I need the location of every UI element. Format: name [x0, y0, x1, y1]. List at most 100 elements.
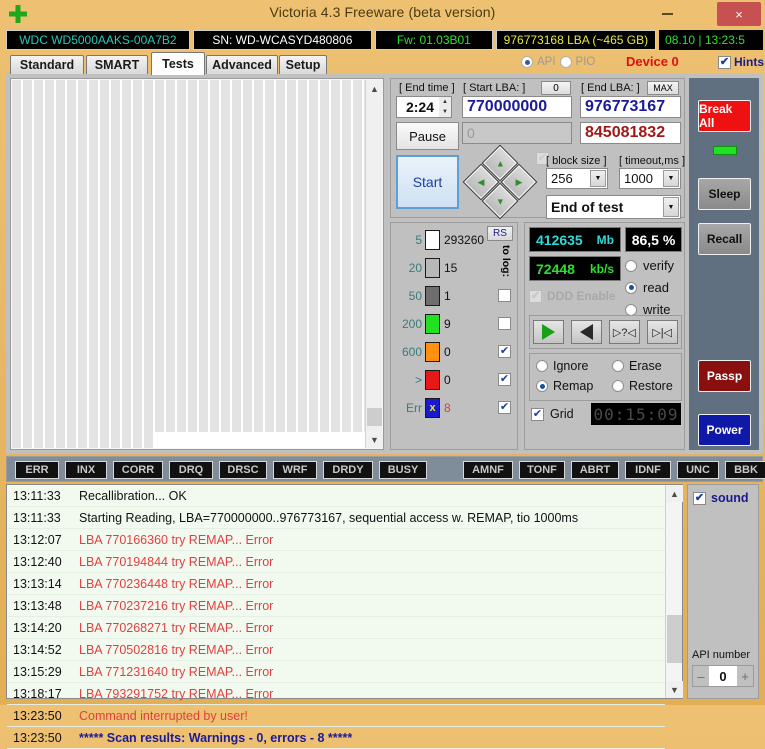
- surface-map-panel: ▲ ▼: [10, 78, 384, 450]
- flag-bbk: BBK: [725, 461, 765, 479]
- flag-busy: BUSY: [379, 461, 427, 479]
- write-radio[interactable]: [625, 303, 637, 316]
- histogram-count: 1: [444, 289, 451, 303]
- remap-radio[interactable]: [536, 380, 548, 392]
- sound-label: sound: [711, 491, 749, 505]
- end-time-stepper[interactable]: ▲ ▼: [439, 96, 452, 118]
- read-radio[interactable]: [625, 281, 637, 294]
- transferred-mb-unit: Mb: [596, 232, 614, 247]
- minimize-button[interactable]: [651, 2, 683, 26]
- action-restore-option[interactable]: Restore: [612, 379, 673, 393]
- scroll-up-icon[interactable]: ▲: [366, 80, 383, 97]
- close-icon: ×: [735, 6, 743, 22]
- flag-amnf: AMNF: [463, 461, 513, 479]
- log-scroll-up-icon[interactable]: ▲: [666, 485, 683, 502]
- histogram-threshold: 200: [401, 317, 422, 331]
- chevron-down-icon[interactable]: ▼: [590, 170, 606, 187]
- verify-radio[interactable]: [625, 259, 637, 272]
- histogram-log-checkbox[interactable]: ✔: [498, 289, 511, 302]
- drive-model: WDC WD5000AAKS-00A7B2: [6, 30, 190, 50]
- break-all-button[interactable]: Break All: [698, 100, 751, 132]
- mode-verify-option[interactable]: verify: [625, 258, 674, 273]
- timeout-select[interactable]: 1000 ▼: [619, 168, 681, 189]
- sound-checkbox[interactable]: ✔: [693, 491, 706, 505]
- block-size-select[interactable]: 256 ▼: [546, 168, 608, 189]
- histogram-log-checkbox[interactable]: ✔: [498, 373, 511, 386]
- api-number-stepper[interactable]: – 0 +: [692, 665, 754, 687]
- stepper-down-icon[interactable]: ▼: [439, 107, 451, 117]
- speed-display: 72448 kb/s: [529, 256, 621, 281]
- log-message: LBA 793291752 try REMAP... Error: [79, 686, 274, 701]
- tab-standard[interactable]: Standard: [10, 55, 84, 74]
- histogram-legend-panel: RS to log: 5 293260 20 15 50 1 ✔ 200 9 ✔…: [390, 222, 518, 450]
- sleep-button[interactable]: Sleep: [698, 178, 751, 210]
- pause-button[interactable]: Pause: [396, 122, 459, 150]
- log-panel: 13:11:33 Recallibration... OK 13:11:33 S…: [6, 484, 683, 749]
- api-radio[interactable]: [521, 56, 533, 68]
- scrollbar-thumb[interactable]: [367, 408, 382, 426]
- random-seek-icon: ▷?◁: [612, 326, 636, 339]
- api-number-value[interactable]: 0: [709, 666, 737, 686]
- start-lba-zero-button[interactable]: 0: [541, 81, 571, 95]
- hints-checkbox[interactable]: ✔: [718, 55, 731, 69]
- butterfly-seek-button[interactable]: ▷|◁: [646, 320, 678, 344]
- histogram-threshold: Err: [406, 401, 422, 415]
- histogram-row: 20 15: [395, 255, 515, 281]
- end-of-test-select[interactable]: End of test ▼: [546, 195, 681, 219]
- ignore-radio[interactable]: [536, 360, 548, 372]
- log-scrollbar-thumb[interactable]: [667, 615, 682, 663]
- surface-map-canvas[interactable]: [12, 80, 365, 448]
- start-button[interactable]: Start: [396, 155, 459, 209]
- hints-toggle[interactable]: ✔ Hints: [718, 55, 764, 69]
- pio-radio[interactable]: [559, 56, 572, 68]
- play-backward-icon: [580, 324, 594, 340]
- log-row: 13:14:20 LBA 770268271 try REMAP... Erro…: [7, 617, 665, 639]
- log-scroll-down-icon[interactable]: ▼: [666, 681, 683, 698]
- mode-read-option[interactable]: read: [625, 280, 669, 295]
- random-seek-button[interactable]: ▷?◁: [608, 320, 640, 344]
- surface-map-scrollbar[interactable]: ▲ ▼: [365, 80, 383, 448]
- action-remap-option[interactable]: Remap: [536, 379, 593, 393]
- tab-tests[interactable]: Tests: [151, 52, 205, 75]
- end-lba-field[interactable]: 976773167: [580, 96, 681, 118]
- stepper-up-icon[interactable]: ▲: [439, 97, 451, 107]
- histogram-log-checkbox[interactable]: ✔: [498, 401, 511, 414]
- power-button[interactable]: Power: [698, 414, 751, 446]
- speed-unit: kb/s: [589, 261, 614, 276]
- close-button[interactable]: ×: [717, 2, 761, 26]
- recall-button[interactable]: Recall: [698, 223, 751, 255]
- sound-toggle[interactable]: ✔ sound: [693, 491, 749, 505]
- action-ignore-option[interactable]: Ignore: [536, 359, 588, 373]
- restore-radio[interactable]: [612, 380, 624, 392]
- play-backward-button[interactable]: [571, 320, 603, 344]
- progress-percent-display: 86,5 %: [625, 227, 682, 252]
- grid-toggle[interactable]: ✔ Grid: [531, 407, 574, 421]
- histogram-row: 5 293260: [395, 227, 515, 253]
- tab-advanced[interactable]: Advanced: [206, 55, 278, 74]
- chevron-down-icon[interactable]: ▼: [663, 170, 679, 187]
- chevron-down-icon[interactable]: ▼: [663, 197, 679, 217]
- scroll-down-icon[interactable]: ▼: [366, 431, 383, 448]
- tab-setup[interactable]: Setup: [279, 55, 327, 74]
- histogram-log-checkbox[interactable]: ✔: [498, 317, 511, 330]
- start-lba-field[interactable]: 770000000: [462, 96, 572, 118]
- passport-button[interactable]: Passp: [698, 360, 751, 392]
- erase-radio[interactable]: [612, 360, 624, 372]
- log-scrollbar[interactable]: ▲ ▼: [665, 485, 683, 698]
- end-lba-max-button[interactable]: MAX: [647, 81, 679, 95]
- tab-smart[interactable]: SMART: [86, 55, 148, 74]
- ddd-enable-toggle[interactable]: ✔ DDD Enable: [529, 289, 616, 303]
- statistics-panel: 412635 Mb 86,5 % 72448 kb/s ✔ DDD Enable…: [524, 222, 685, 450]
- grid-checkbox[interactable]: ✔: [531, 407, 544, 421]
- api-number-decrement[interactable]: –: [693, 666, 709, 686]
- action-erase-option[interactable]: Erase: [612, 359, 662, 373]
- play-forward-button[interactable]: [533, 320, 565, 344]
- histogram-log-checkbox[interactable]: ✔: [498, 345, 511, 358]
- flag-drq: DRQ: [169, 461, 213, 479]
- transferred-mb-value: 412635: [536, 231, 583, 248]
- end-lba-label: [ End LBA: ]: [581, 82, 640, 94]
- ddd-enable-checkbox[interactable]: ✔: [529, 289, 542, 303]
- verify-label: verify: [643, 258, 675, 273]
- api-number-increment[interactable]: +: [737, 666, 753, 686]
- drive-info-bar: WDC WD5000AAKS-00A7B2 SN: WD-WCASYD48080…: [6, 30, 763, 50]
